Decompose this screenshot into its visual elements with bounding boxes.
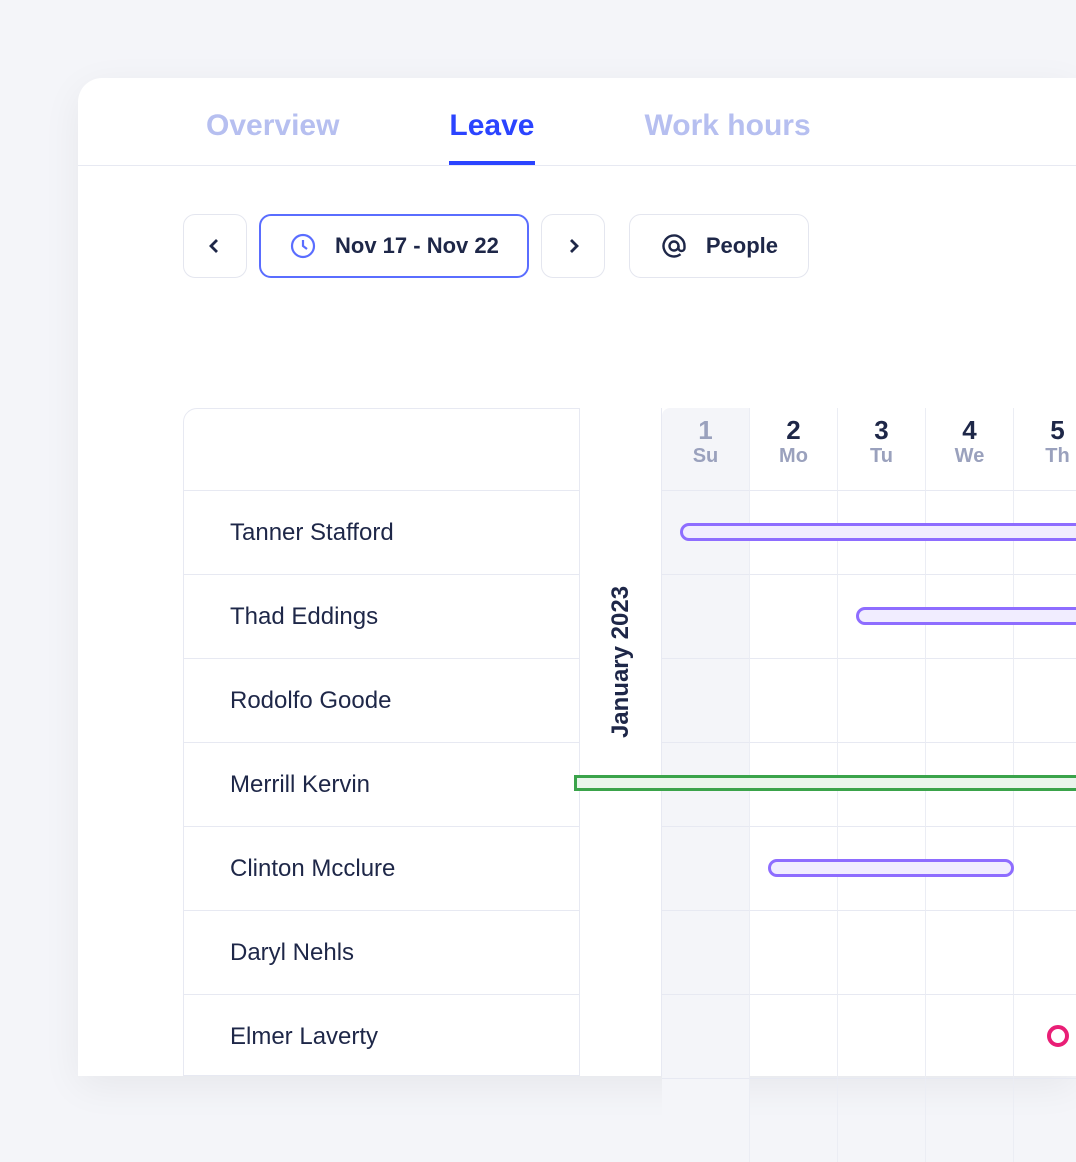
calendar-grid: Tanner Stafford Thad Eddings Rodolfo Goo… <box>183 408 1076 1076</box>
clock-icon <box>289 232 317 260</box>
grid-cell[interactable] <box>662 574 750 658</box>
grid-cell[interactable] <box>838 658 926 742</box>
grid-cell[interactable] <box>662 910 750 994</box>
day-header: 3 Tu <box>838 408 926 490</box>
grid-body <box>662 490 1076 1162</box>
day-header: 1 Su <box>662 408 750 490</box>
person-row[interactable]: Daryl Nehls <box>184 911 579 995</box>
grid-cell[interactable] <box>1014 1078 1076 1162</box>
grid-cell[interactable] <box>750 658 838 742</box>
people-column: Tanner Stafford Thad Eddings Rodolfo Goo… <box>183 408 580 1076</box>
month-label: January 2023 <box>607 586 635 738</box>
tab-work-hours[interactable]: Work hours <box>645 108 811 165</box>
chevron-right-icon <box>563 236 583 256</box>
day-header: 5 Th <box>1014 408 1076 490</box>
grid-cell[interactable] <box>750 994 838 1078</box>
leave-bar[interactable] <box>680 523 1076 541</box>
grid-row <box>662 910 1076 994</box>
people-filter-button[interactable]: People <box>629 214 809 278</box>
leave-bar[interactable] <box>574 775 1076 791</box>
grid-cell[interactable] <box>662 658 750 742</box>
grid-row <box>662 994 1076 1078</box>
days-area: 1 Su 2 Mo 3 Tu 4 We 5 Th <box>662 408 1076 1076</box>
grid-cell[interactable] <box>838 910 926 994</box>
day-number: 5 <box>1014 408 1076 445</box>
tabs: Overview Leave Work hours <box>78 78 1076 166</box>
leave-dot[interactable] <box>1047 1025 1069 1047</box>
grid-cell[interactable] <box>926 1078 1014 1162</box>
day-header: 2 Mo <box>750 408 838 490</box>
grid-cell[interactable] <box>838 1078 926 1162</box>
next-button[interactable] <box>541 214 605 278</box>
day-header: 4 We <box>926 408 1014 490</box>
toolbar: Nov 17 - Nov 22 People <box>78 166 1076 278</box>
month-column: January 2023 <box>580 408 662 1076</box>
grid-cell[interactable] <box>662 1078 750 1162</box>
grid-cell[interactable] <box>750 1078 838 1162</box>
day-number: 3 <box>838 408 925 445</box>
grid-cell[interactable] <box>662 826 750 910</box>
grid-cell[interactable] <box>750 910 838 994</box>
grid-cell[interactable] <box>926 910 1014 994</box>
person-row[interactable]: Rodolfo Goode <box>184 659 579 743</box>
grid-cell[interactable] <box>750 574 838 658</box>
date-range-button[interactable]: Nov 17 - Nov 22 <box>259 214 529 278</box>
days-header: 1 Su 2 Mo 3 Tu 4 We 5 Th <box>662 408 1076 490</box>
app-card: Overview Leave Work hours Nov 17 - Nov 2… <box>78 78 1076 1076</box>
grid-cell[interactable] <box>662 994 750 1078</box>
grid-row <box>662 658 1076 742</box>
day-number: 2 <box>750 408 837 445</box>
day-abbr: Su <box>662 445 749 468</box>
person-row[interactable]: Merrill Kervin <box>184 743 579 827</box>
grid-row <box>662 1078 1076 1162</box>
grid-cell[interactable] <box>1014 910 1076 994</box>
person-row[interactable]: Thad Eddings <box>184 575 579 659</box>
people-column-header <box>184 409 579 491</box>
day-number: 1 <box>662 408 749 445</box>
tab-overview[interactable]: Overview <box>206 108 339 165</box>
leave-bar[interactable] <box>768 859 1014 877</box>
people-filter-label: People <box>706 233 778 259</box>
at-icon <box>660 232 688 260</box>
day-abbr: Mo <box>750 445 837 468</box>
date-range-label: Nov 17 - Nov 22 <box>335 233 499 259</box>
grid-cell[interactable] <box>1014 658 1076 742</box>
grid-cell[interactable] <box>1014 826 1076 910</box>
day-number: 4 <box>926 408 1013 445</box>
person-row[interactable]: Tanner Stafford <box>184 491 579 575</box>
day-abbr: We <box>926 445 1013 468</box>
person-row[interactable]: Elmer Laverty <box>184 995 579 1076</box>
prev-button[interactable] <box>183 214 247 278</box>
grid-cell[interactable] <box>926 658 1014 742</box>
leave-bar[interactable] <box>856 607 1076 625</box>
person-row[interactable]: Clinton Mcclure <box>184 827 579 911</box>
chevron-left-icon <box>205 236 225 256</box>
grid-cell[interactable] <box>838 994 926 1078</box>
day-abbr: Tu <box>838 445 925 468</box>
day-abbr: Th <box>1014 445 1076 468</box>
grid-cell[interactable] <box>926 994 1014 1078</box>
tab-leave[interactable]: Leave <box>449 108 534 165</box>
